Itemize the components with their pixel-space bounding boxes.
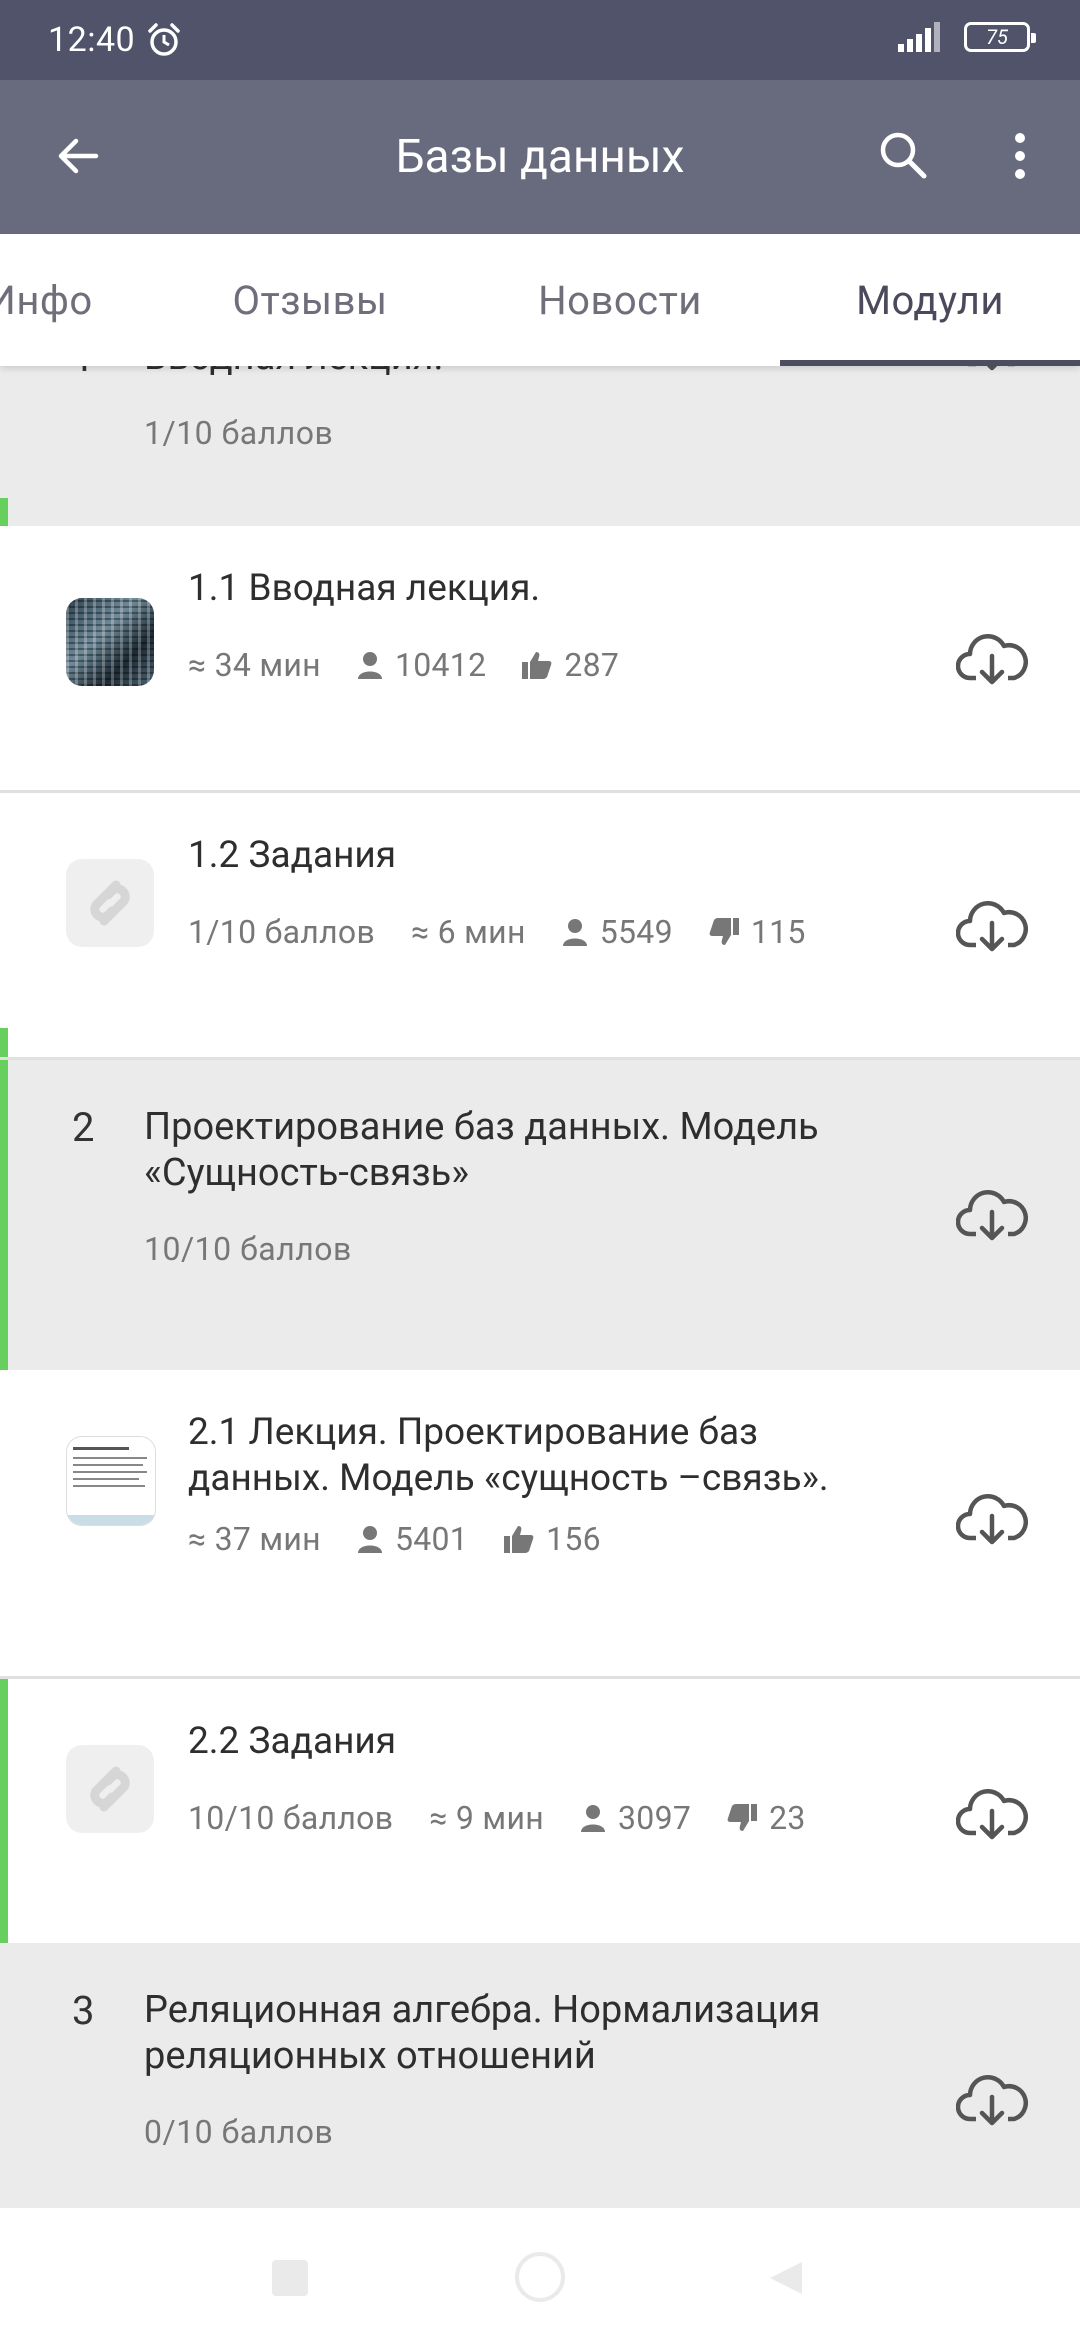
modules-list: 1 Вводная лекция. 1/10 баллов 1.1 Вводна…: [0, 366, 1080, 2208]
thumbs-up-icon: [522, 652, 552, 679]
learners-count: 10412: [394, 646, 487, 684]
download-cloud-icon[interactable]: [956, 628, 1028, 688]
tab-indicator: [780, 360, 1080, 366]
learners-count: 5549: [599, 913, 673, 951]
person-icon: [562, 919, 587, 946]
section-title: Реляционная алгебра. Нормализация реляци…: [144, 1988, 821, 2078]
dislikes: 115: [709, 913, 806, 951]
signal-icon: [898, 22, 940, 52]
thumbs-down-icon: [727, 1804, 758, 1831]
lesson-row[interactable]: 1.2 Задания 1/10 баллов ≈ 6 мин 5549 115: [0, 793, 1080, 1057]
learners-count: 5401: [394, 1520, 469, 1558]
lesson-title: 2.2 Задания: [188, 1720, 397, 1763]
doc-line: [73, 1485, 145, 1487]
section-score: 0/10 баллов: [144, 2113, 334, 2151]
person-icon: [581, 1805, 605, 1832]
step-logo-icon: [90, 1766, 130, 1812]
dislikes-count: 23: [769, 1799, 806, 1837]
nav-back-icon[interactable]: [766, 2258, 806, 2298]
likes: 287: [522, 646, 619, 684]
learners-count: 3097: [618, 1799, 692, 1837]
system-nav-bar: [0, 2208, 1080, 2340]
section-number: 3: [72, 1987, 95, 2034]
lesson-meta: ≈ 37 мин 5401 156: [188, 1520, 637, 1558]
progress-bar: [0, 1679, 8, 1943]
status-bar: 12:40 75: [0, 0, 1080, 80]
app-bar: Базы данных: [0, 80, 1080, 234]
likes-count: 156: [546, 1520, 601, 1558]
score: 10/10 баллов: [188, 1799, 394, 1837]
section-title: Проектирование баз данных. Модель «Сущно…: [144, 1105, 819, 1195]
lesson-title: 1.1 Вводная лекция.: [188, 567, 541, 610]
recents-button[interactable]: [272, 2260, 308, 2296]
progress-bar: [0, 1028, 8, 1060]
person-icon: [357, 652, 382, 679]
home-button[interactable]: [515, 2252, 565, 2302]
download-cloud-icon[interactable]: [956, 895, 1028, 955]
person-icon: [357, 1526, 382, 1553]
doc-line: [73, 1478, 139, 1480]
doc-line: [73, 1471, 147, 1473]
progress-bar: [0, 1060, 8, 1370]
lesson-meta: 1/10 баллов ≈ 6 мин 5549 115: [188, 913, 842, 951]
learners: 5401: [357, 1520, 468, 1558]
score: 1/10 баллов: [188, 913, 376, 951]
section-row[interactable]: 3 Реляционная алгебра. Нормализация реля…: [0, 1943, 1080, 2208]
lesson-row[interactable]: 2.1 Лекция. Проектирование баз данных. М…: [0, 1370, 1080, 1676]
dislikes: 23: [727, 1799, 806, 1837]
section-score: 1/10 баллов: [144, 414, 334, 452]
doc-line: [73, 1464, 143, 1466]
lesson-row[interactable]: 2.2 Задания 10/10 баллов ≈ 9 мин 3097 23: [0, 1679, 1080, 1943]
duration: ≈ 6 мин: [411, 913, 526, 951]
tab-modules[interactable]: Модули: [780, 234, 1080, 366]
section-row[interactable]: 1 Вводная лекция. 1/10 баллов: [0, 366, 1080, 526]
thumbs-down-icon: [709, 918, 739, 945]
lesson-thumbnail: [66, 1745, 154, 1833]
download-cloud-icon[interactable]: [956, 366, 1028, 374]
duration: ≈ 37 мин: [188, 1520, 321, 1558]
learners: 10412: [357, 646, 486, 684]
lesson-meta: 10/10 баллов ≈ 9 мин 3097 23: [188, 1799, 842, 1837]
doc-band: [67, 1515, 155, 1525]
status-indicators: 75: [898, 22, 1036, 52]
lesson-meta: ≈ 34 мин 10412 287: [188, 646, 655, 684]
duration: ≈ 34 мин: [188, 646, 321, 684]
tab-reviews[interactable]: Отзывы: [160, 234, 460, 366]
progress-bar: [0, 498, 8, 526]
dislikes-count: 115: [750, 913, 806, 951]
section-number: 2: [72, 1104, 95, 1151]
download-cloud-icon[interactable]: [956, 1488, 1028, 1548]
tab-info[interactable]: Инфо: [0, 234, 120, 366]
lesson-thumbnail: [66, 1436, 156, 1526]
lesson-row[interactable]: 1.1 Вводная лекция. ≈ 34 мин 10412 287: [0, 526, 1080, 790]
duration: ≈ 9 мин: [429, 1799, 544, 1837]
section-row[interactable]: 2 Проектирование баз данных. Модель «Сущ…: [0, 1060, 1080, 1370]
battery-level: 75: [986, 25, 1008, 49]
learners: 5549: [562, 913, 673, 951]
battery-indicator: 75: [964, 22, 1036, 52]
lesson-title: 1.2 Задания: [188, 834, 397, 877]
download-cloud-icon[interactable]: [956, 1184, 1028, 1244]
search-icon[interactable]: [872, 124, 936, 188]
likes: 156: [504, 1520, 601, 1558]
step-logo-icon: [90, 880, 130, 926]
lesson-thumbnail: [66, 598, 154, 686]
status-time: 12:40: [48, 20, 136, 60]
doc-line: [73, 1457, 147, 1459]
likes-count: 287: [564, 646, 620, 684]
download-cloud-icon[interactable]: [956, 1783, 1028, 1843]
section-title: Вводная лекция.: [144, 366, 904, 380]
download-cloud-icon[interactable]: [956, 2069, 1028, 2129]
more-vert-icon[interactable]: [1000, 124, 1040, 188]
doc-line: [73, 1447, 129, 1450]
tab-news[interactable]: Новости: [470, 234, 770, 366]
lesson-title: 2.1 Лекция. Проектирование баз данных. М…: [188, 1411, 829, 1500]
section-score: 10/10 баллов: [144, 1230, 352, 1268]
section-number: 1: [72, 366, 94, 381]
learners: 3097: [580, 1799, 691, 1837]
thumbs-up-icon: [504, 1526, 534, 1553]
tab-bar: Инфо Отзывы Новости Модули: [0, 234, 1080, 366]
lesson-thumbnail: [66, 859, 154, 947]
alarm-clock-icon: [148, 23, 180, 56]
